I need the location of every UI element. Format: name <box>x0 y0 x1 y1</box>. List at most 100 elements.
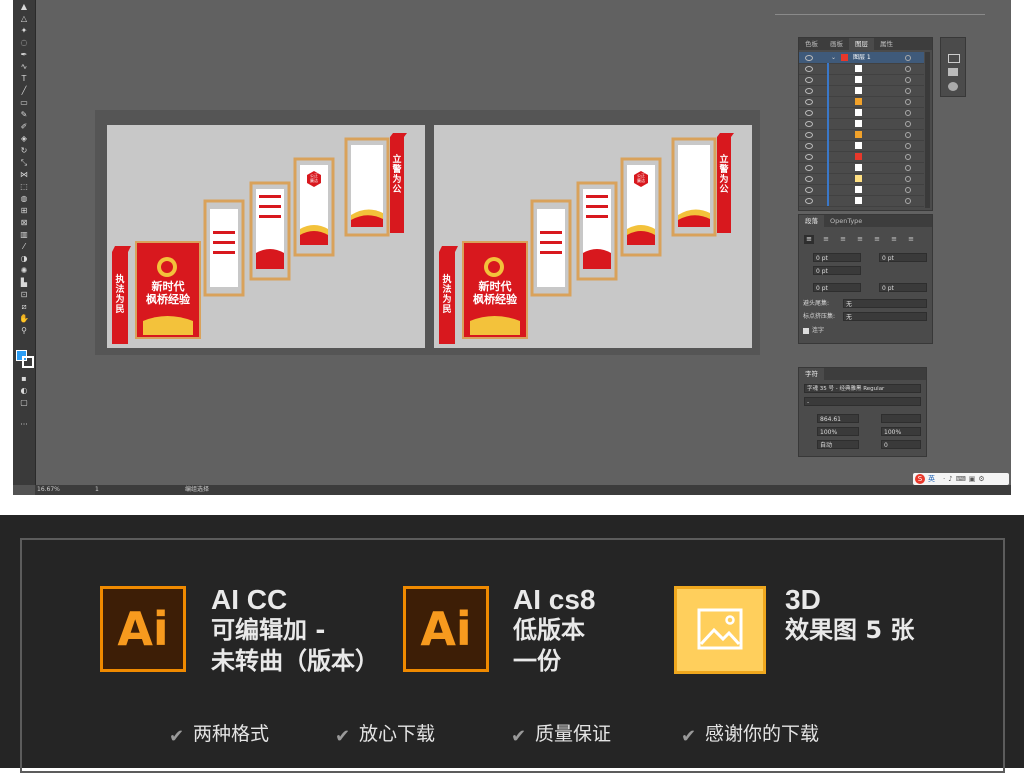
eyedropper-tool-icon[interactable]: ⁄ <box>16 242 32 251</box>
visibility-eye-icon[interactable] <box>805 88 813 94</box>
artboard-tool-icon[interactable]: ⊡ <box>16 290 32 299</box>
more-tools-icon[interactable]: ··· <box>16 420 32 429</box>
target-circle-icon[interactable] <box>905 110 911 116</box>
align-left-icon[interactable]: ≡ <box>804 235 814 244</box>
color-mode-icon[interactable]: ▪ <box>16 374 32 383</box>
zoom-level[interactable]: 16.67% <box>37 485 60 495</box>
swatch-panel-icon[interactable] <box>948 68 958 76</box>
visibility-eye-icon[interactable] <box>805 154 813 160</box>
target-circle-icon[interactable] <box>905 121 911 127</box>
rectangle-tool-icon[interactable]: ▭ <box>16 98 32 107</box>
slice-tool-icon[interactable]: ⧄ <box>16 302 32 311</box>
space-before-field[interactable]: 0 pt <box>813 283 861 292</box>
tab-properties[interactable]: 属性 <box>874 38 899 50</box>
kerning-field[interactable]: 自动 <box>817 440 859 449</box>
tab-paragraph[interactable]: 段落 <box>799 215 824 227</box>
visibility-eye-icon[interactable] <box>805 55 813 61</box>
status-mode[interactable]: 编组选择 <box>185 485 209 495</box>
justify-right-icon[interactable]: ≡ <box>889 235 899 244</box>
tab-character[interactable]: 字符 <box>799 368 824 380</box>
visibility-eye-icon[interactable] <box>805 176 813 182</box>
justify-all-icon[interactable]: ≡ <box>906 235 916 244</box>
vertical-scale-field[interactable]: 100% <box>817 427 859 436</box>
visibility-eye-icon[interactable] <box>805 99 813 105</box>
rotate-tool-icon[interactable]: ↻ <box>16 146 32 155</box>
left-indent-field[interactable]: 0 pt <box>813 253 861 262</box>
symbol-sprayer-tool-icon[interactable]: ✺ <box>16 266 32 275</box>
layers-scrollbar[interactable] <box>925 52 930 208</box>
justify-left-icon[interactable]: ≡ <box>855 235 865 244</box>
visibility-eye-icon[interactable] <box>805 110 813 116</box>
gradient-tool-icon[interactable]: ▥ <box>16 230 32 239</box>
perspective-tool-icon[interactable]: ⊞ <box>16 206 32 215</box>
font-style-select[interactable]: - <box>804 397 921 406</box>
scale-tool-icon[interactable]: ⤡ <box>16 158 32 167</box>
target-circle-icon[interactable] <box>905 99 911 105</box>
screen-mode-icon[interactable]: ▢ <box>16 398 32 407</box>
tab-artboards[interactable]: 画板 <box>824 38 849 50</box>
visibility-eye-icon[interactable] <box>805 77 813 83</box>
lasso-tool-icon[interactable]: ◌ <box>16 38 32 47</box>
ime-mode-label[interactable]: 英 <box>928 473 935 485</box>
direct-selection-tool-icon[interactable]: △ <box>16 14 32 23</box>
selection-tool-icon[interactable]: ▲ <box>16 2 32 11</box>
target-circle-icon[interactable] <box>905 154 911 160</box>
layer-name[interactable]: 图层 1 <box>853 52 871 63</box>
sublayer-row[interactable] <box>799 195 924 207</box>
tab-layers[interactable]: 图层 <box>849 38 874 50</box>
stroke-color-swatch[interactable] <box>22 356 34 368</box>
eraser-tool-icon[interactable]: ◈ <box>16 134 32 143</box>
target-circle-icon[interactable] <box>905 77 911 83</box>
ime-toolbar[interactable]: S 英 ·♪⌨▣⚙ <box>913 473 1009 485</box>
tracking-field[interactable]: 0 <box>881 440 921 449</box>
zoom-tool-icon[interactable]: ⚲ <box>16 326 32 335</box>
width-tool-icon[interactable]: ⋈ <box>16 170 32 179</box>
target-circle-icon[interactable] <box>905 187 911 193</box>
expand-chevron-icon[interactable]: ⌄ <box>831 52 836 63</box>
target-circle-icon[interactable] <box>905 143 911 149</box>
font-family-select[interactable]: 字魂 35 号 - 经典雅黑 Regular <box>804 384 921 393</box>
visibility-eye-icon[interactable] <box>805 165 813 171</box>
tab-opentype[interactable]: OpenType <box>824 215 868 227</box>
visibility-eye-icon[interactable] <box>805 143 813 149</box>
visibility-eye-icon[interactable] <box>805 187 813 193</box>
blend-tool-icon[interactable]: ◑ <box>16 254 32 263</box>
visibility-eye-icon[interactable] <box>805 66 813 72</box>
mesh-tool-icon[interactable]: ⊠ <box>16 218 32 227</box>
paintbrush-tool-icon[interactable]: ✎ <box>16 110 32 119</box>
target-circle-icon[interactable] <box>905 88 911 94</box>
target-circle-icon[interactable] <box>905 132 911 138</box>
align-center-icon[interactable]: ≡ <box>821 235 831 244</box>
justify-center-icon[interactable]: ≡ <box>872 235 882 244</box>
appearance-panel-icon[interactable] <box>948 82 958 91</box>
align-right-icon[interactable]: ≡ <box>838 235 848 244</box>
artboard-navigator[interactable]: 1 <box>95 485 99 495</box>
menu-icon[interactable] <box>948 54 960 63</box>
type-tool-icon[interactable]: T <box>16 74 32 83</box>
column-graph-tool-icon[interactable]: ▙ <box>16 278 32 287</box>
target-circle-icon[interactable] <box>905 66 911 72</box>
tab-swatches[interactable]: 色板 <box>799 38 824 50</box>
draw-mode-icon[interactable]: ◐ <box>16 386 32 395</box>
target-circle-icon[interactable] <box>905 165 911 171</box>
target-circle-icon[interactable] <box>905 55 911 61</box>
curvature-tool-icon[interactable]: ∿ <box>16 62 32 71</box>
hyphenate-checkbox[interactable] <box>803 328 809 334</box>
target-circle-icon[interactable] <box>905 176 911 182</box>
visibility-eye-icon[interactable] <box>805 198 813 204</box>
first-line-indent-field[interactable]: 0 pt <box>813 266 861 275</box>
hand-tool-icon[interactable]: ✋ <box>16 314 32 323</box>
shape-builder-tool-icon[interactable]: ◍ <box>16 194 32 203</box>
target-circle-icon[interactable] <box>905 198 911 204</box>
space-after-field[interactable]: 0 pt <box>879 283 927 292</box>
font-size-field[interactable]: 864.61 <box>817 414 859 423</box>
visibility-eye-icon[interactable] <box>805 132 813 138</box>
horizontal-scale-field[interactable]: 100% <box>881 427 921 436</box>
free-transform-tool-icon[interactable]: ⬚ <box>16 182 32 191</box>
ime-tools-icons[interactable]: ·♪⌨▣⚙ <box>943 473 988 485</box>
right-indent-field[interactable]: 0 pt <box>879 253 927 262</box>
shaper-tool-icon[interactable]: ✐ <box>16 122 32 131</box>
artboard-2[interactable]: 立警为公 执法为民 新时代 枫桥经验 公正 廉洁 <box>434 125 752 348</box>
pen-tool-icon[interactable]: ✒ <box>16 50 32 59</box>
leading-field[interactable] <box>881 414 921 423</box>
